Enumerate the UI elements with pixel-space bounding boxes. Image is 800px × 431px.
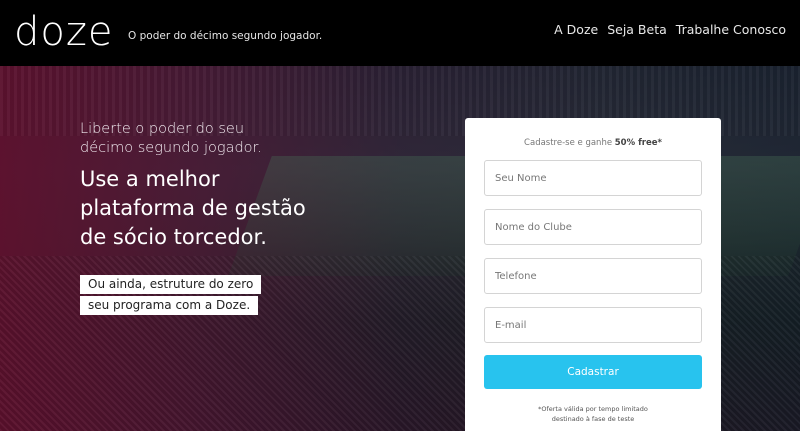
highlight-text: Ou ainda, estruture do zero [80, 275, 262, 294]
nav-link-a-doze[interactable]: A Doze [554, 22, 598, 37]
form-heading: Cadastre-se e ganhe 50% free* [465, 138, 721, 148]
hero-title-line: de sócio torcedor. [80, 225, 267, 249]
signup-form: Cadastre-se e ganhe 50% free* Cadastrar … [465, 118, 721, 431]
highlight-text: seu programa com a Doze. [80, 296, 259, 315]
hero-title: Use a melhor plataforma de gestão de sóc… [80, 165, 380, 252]
hero-title-line: plataforma de gestão [80, 196, 306, 220]
hero-subtitle-line: décimo segundo jogador. [80, 140, 262, 156]
hero-title-line: Use a melhor [80, 167, 220, 191]
name-input[interactable] [484, 160, 702, 196]
hero-subtitle-line: Liberte o poder do seu [80, 121, 245, 137]
hero-subtitle: Liberte o poder do seu décimo segundo jo… [80, 120, 380, 158]
tagline: O poder do décimo segundo jogador. [128, 30, 323, 42]
site-header: doze O poder do décimo segundo jogador. … [0, 0, 800, 66]
doze-logo[interactable]: doze [14, 8, 113, 56]
nav-link-seja-beta[interactable]: Seja Beta [607, 22, 667, 37]
offer-note: *Oferta válida por tempo limitado destin… [465, 404, 721, 424]
form-heading-text: Cadastre-se e ganhe [524, 138, 615, 148]
club-name-input[interactable] [484, 209, 702, 245]
main-nav: A Doze Seja Beta Trabalhe Conosco [554, 22, 786, 37]
offer-note-line: *Oferta válida por tempo limitado [538, 405, 648, 413]
offer-note-line: destinado à fase de teste [551, 415, 635, 423]
form-heading-offer: 50% free* [614, 138, 662, 148]
phone-input[interactable] [484, 258, 702, 294]
nav-link-trabalhe-conosco[interactable]: Trabalhe Conosco [676, 22, 786, 37]
email-input[interactable] [484, 307, 702, 343]
register-button[interactable]: Cadastrar [484, 355, 702, 389]
